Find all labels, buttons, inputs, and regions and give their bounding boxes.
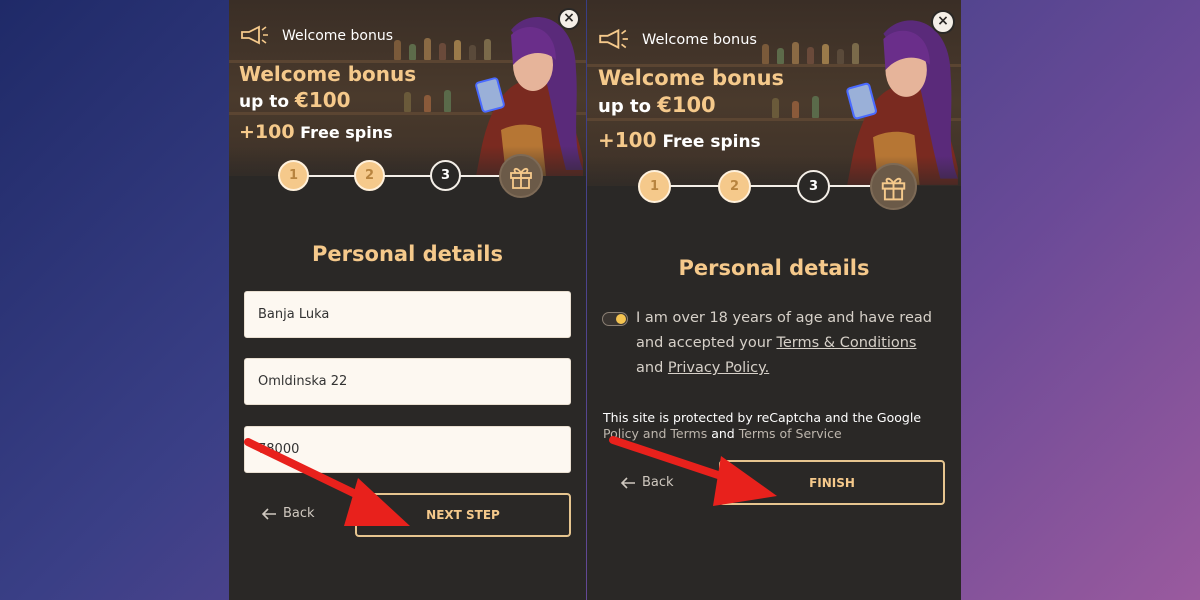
annotation-arrow-right [609, 436, 777, 506]
step-gift [499, 154, 543, 198]
page-heading: Personal details [312, 242, 503, 266]
page-heading: Personal details [678, 256, 870, 280]
megaphone-icon [599, 28, 628, 50]
banner-title: Welcome bonus [598, 66, 785, 90]
step-1: 1 [278, 160, 309, 191]
privacy-link[interactable]: Privacy Policy. [668, 360, 769, 376]
registration-panel-consent: Welcome bonus Welcome bonus up to €100 +… [587, 0, 961, 600]
bonus-banner: Welcome bonus Welcome bonus up to €100 +… [229, 0, 586, 176]
age-consent-text: I am over 18 years of age and have read … [636, 310, 932, 376]
bonus-banner: Welcome bonus Welcome bonus up to €100 +… [587, 0, 961, 186]
banner-title: Welcome bonus [239, 62, 417, 86]
megaphone-icon [241, 25, 268, 45]
address-field[interactable]: Omldinska 22 [244, 358, 571, 405]
banner-small-title: Welcome bonus [642, 32, 757, 48]
city-field[interactable]: Banja Luka [244, 291, 571, 338]
banner-bonus-amount: up to €100 [598, 93, 716, 117]
page: { "left_screen": { "banner": { "small_ti… [0, 0, 1200, 600]
banner-bonus-amount: up to €100 [239, 88, 351, 112]
age-consent-toggle[interactable] [602, 312, 628, 326]
step-3: 3 [797, 170, 830, 203]
banner-free-spins: +100 Free spins [239, 121, 393, 143]
terms-link[interactable]: Terms & Conditions [776, 335, 916, 351]
step-3: 3 [430, 160, 461, 191]
step-2: 2 [354, 160, 385, 191]
banner-free-spins: +100 Free spins [598, 128, 761, 152]
close-button[interactable]: × [558, 8, 580, 30]
step-2: 2 [718, 170, 751, 203]
close-button[interactable]: × [931, 10, 955, 34]
step-1: 1 [638, 170, 671, 203]
toggle-knob [616, 314, 626, 324]
annotation-arrow-left [244, 438, 410, 526]
gift-icon [510, 167, 532, 189]
step-gift [870, 163, 917, 210]
gift-icon [881, 177, 906, 201]
banner-small-title: Welcome bonus [282, 28, 393, 44]
